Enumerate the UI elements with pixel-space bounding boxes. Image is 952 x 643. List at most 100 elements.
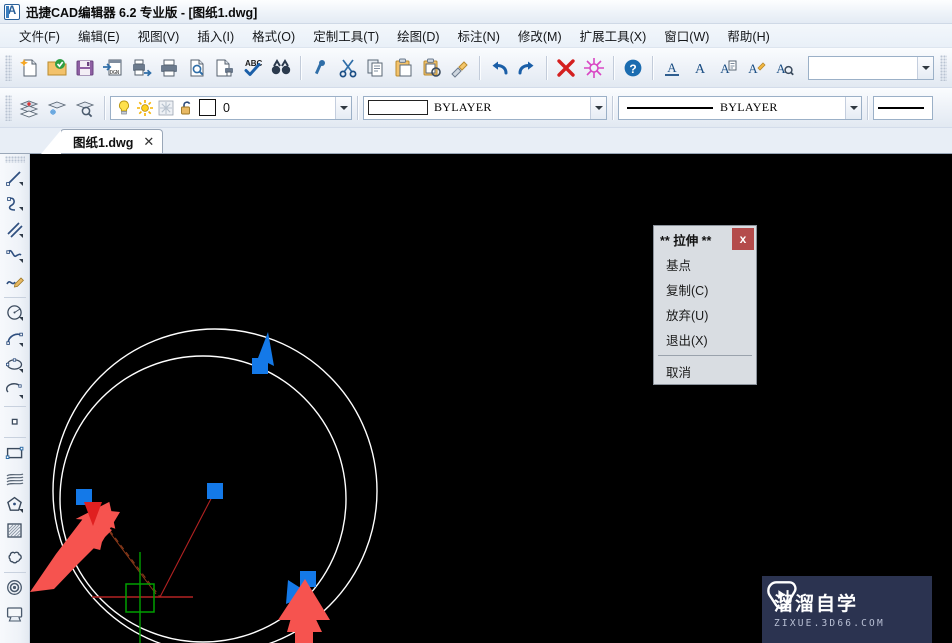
layer-properties-icon[interactable] xyxy=(15,94,43,122)
annotation-arrow-bottom xyxy=(278,579,330,643)
sidebar-revision-cloud-tool[interactable] xyxy=(2,544,28,570)
text-style-combo[interactable] xyxy=(808,55,934,80)
ctx-item-cancel[interactable]: 取消 xyxy=(654,359,756,384)
sidebar-elliptical-arc-tool[interactable] xyxy=(2,378,28,404)
sidebar-arc-tool[interactable] xyxy=(2,326,28,352)
layer-color-swatch-icon xyxy=(199,99,216,116)
layer-toolbar-separator xyxy=(867,95,868,120)
font-icon[interactable]: A xyxy=(686,54,714,82)
layer-toolbar-grip[interactable] xyxy=(5,94,12,121)
menu-custom-tools[interactable]: 定制工具(T) xyxy=(304,24,388,47)
ctx-item-exit[interactable]: 退出(X) xyxy=(654,327,756,352)
export-dgn-icon[interactable]: DGN xyxy=(99,54,127,82)
menu-format[interactable]: 格式(O) xyxy=(243,24,304,47)
layer-state-icon[interactable] xyxy=(71,94,99,122)
erase-icon[interactable] xyxy=(552,54,580,82)
page-setup-icon[interactable] xyxy=(211,54,239,82)
app-logo-icon xyxy=(4,3,20,20)
sidebar-double-line-tool[interactable] xyxy=(2,217,28,243)
toolbar-separator xyxy=(546,55,547,80)
chevron-down-icon[interactable] xyxy=(917,56,933,79)
toolbar-separator xyxy=(613,55,614,80)
text-style-icon[interactable]: A xyxy=(658,54,686,82)
layer-previous-icon[interactable] xyxy=(43,94,71,122)
sidebar-grip[interactable] xyxy=(4,156,25,163)
annotation-arrow-left-shape xyxy=(30,509,120,592)
menu-insert[interactable]: 插入(I) xyxy=(188,24,243,47)
sidebar-separator xyxy=(3,437,26,438)
sidebar-hatch-tool[interactable] xyxy=(2,518,28,544)
menu-view[interactable]: 视图(V) xyxy=(129,24,189,47)
sidebar-sketch-tool[interactable] xyxy=(2,269,28,295)
text-find-icon[interactable]: A xyxy=(770,54,798,82)
sidebar-polyline-tool[interactable] xyxy=(2,191,28,217)
sidebar-circle-tool[interactable] xyxy=(2,300,28,326)
plot-to-file-icon[interactable] xyxy=(127,54,155,82)
lineweight-combo[interactable] xyxy=(873,95,933,120)
color-combo[interactable]: BYLAYER xyxy=(363,95,607,120)
context-menu-title: ** 拉伸 ** xyxy=(660,233,712,248)
paste-block-icon[interactable] xyxy=(418,54,446,82)
sidebar-spline-tool[interactable] xyxy=(2,243,28,269)
menu-help[interactable]: 帮助(H) xyxy=(718,24,778,47)
menu-file[interactable]: 文件(F) xyxy=(10,24,69,47)
ctx-item-copy[interactable]: 复制(C) xyxy=(654,277,756,302)
close-icon[interactable]: x xyxy=(732,228,754,250)
layer-combo[interactable]: 0 xyxy=(110,95,352,120)
sidebar-viewport-tool[interactable] xyxy=(2,601,28,627)
chevron-down-icon[interactable] xyxy=(335,96,351,119)
tab-label: 图纸1.dwg xyxy=(73,136,134,150)
save-icon[interactable] xyxy=(71,54,99,82)
ctx-item-base-point[interactable]: 基点 xyxy=(654,252,756,277)
draw-toolbar-sidebar xyxy=(0,154,30,643)
properties-icon[interactable] xyxy=(306,54,334,82)
menu-modify[interactable]: 修改(M) xyxy=(509,24,571,47)
undo-icon[interactable] xyxy=(485,54,513,82)
copy-icon[interactable] xyxy=(362,54,390,82)
menu-draw[interactable]: 绘图(D) xyxy=(388,24,448,47)
toolbar-separator xyxy=(300,55,301,80)
spell-check-icon[interactable]: ABC xyxy=(239,54,267,82)
linetype-combo[interactable]: BYLAYER xyxy=(618,95,862,120)
paste-icon[interactable] xyxy=(390,54,418,82)
text-edit-icon[interactable]: A xyxy=(714,54,742,82)
sidebar-line-tool[interactable] xyxy=(2,165,28,191)
toolbar-grip-end[interactable] xyxy=(940,54,947,81)
tab-drawing-1[interactable]: 图纸1.dwg ✕ xyxy=(40,129,164,154)
chevron-down-icon[interactable] xyxy=(590,96,606,119)
sidebar-ellipse-tool[interactable] xyxy=(2,352,28,378)
sidebar-separator xyxy=(3,572,26,573)
ctx-item-undo[interactable]: 放弃(U) xyxy=(654,302,756,327)
window-title: 迅捷CAD编辑器 6.2 专业版 - [图纸1.dwg] xyxy=(26,6,258,20)
lineweight-preview xyxy=(878,106,924,109)
explode-icon[interactable] xyxy=(580,54,608,82)
find-icon[interactable] xyxy=(267,54,295,82)
svg-text:DGN: DGN xyxy=(110,70,119,76)
sidebar-polygon-tool[interactable] xyxy=(2,492,28,518)
menu-edit[interactable]: 编辑(E) xyxy=(69,24,129,47)
sidebar-donut-tool[interactable] xyxy=(2,575,28,601)
tab-close-icon[interactable]: ✕ xyxy=(143,135,154,148)
new-file-icon[interactable] xyxy=(15,54,43,82)
menu-dimension[interactable]: 标注(N) xyxy=(449,24,509,47)
text-effects-icon[interactable]: A xyxy=(742,54,770,82)
cut-icon[interactable] xyxy=(334,54,362,82)
help-icon[interactable]: ? xyxy=(619,54,647,82)
context-menu-separator xyxy=(658,355,752,356)
drawing-canvas[interactable]: ** 拉伸 ** x 基点 复制(C) 放弃(U) 退出(X) 取消 溜溜自学 xyxy=(30,154,952,643)
print-icon[interactable] xyxy=(155,54,183,82)
sidebar-mesh-tool[interactable] xyxy=(2,466,28,492)
menu-window[interactable]: 窗口(W) xyxy=(655,24,718,47)
redo-icon[interactable] xyxy=(513,54,541,82)
menu-express-tools[interactable]: 扩展工具(X) xyxy=(571,24,656,47)
sun-icon xyxy=(137,99,153,116)
sidebar-point-tool[interactable] xyxy=(2,409,28,435)
chevron-down-icon[interactable] xyxy=(845,96,861,119)
toolbar-grip[interactable] xyxy=(5,54,12,81)
sidebar-rectangle-tool[interactable] xyxy=(2,440,28,466)
grip-center[interactable] xyxy=(207,483,223,499)
print-preview-icon[interactable] xyxy=(183,54,211,82)
open-file-icon[interactable] xyxy=(43,54,71,82)
match-properties-icon[interactable] xyxy=(446,54,474,82)
stretch-context-menu[interactable]: ** 拉伸 ** x 基点 复制(C) 放弃(U) 退出(X) 取消 xyxy=(653,225,757,385)
